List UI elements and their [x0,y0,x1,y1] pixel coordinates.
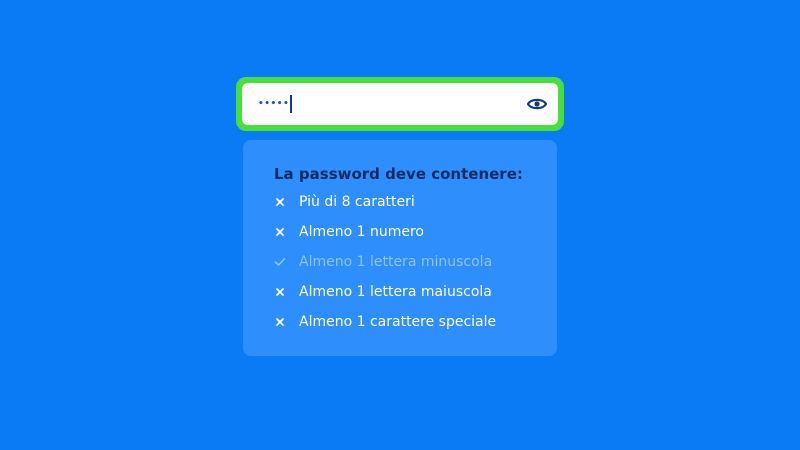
requirements-title: La password deve contenere: [274,165,523,183]
requirement-label: Almeno 1 carattere speciale [299,314,497,330]
password-masked-value: ••••• [258,98,290,109]
x-icon [274,317,286,327]
x-icon [274,287,286,297]
x-icon [274,197,286,207]
eye-icon [527,98,547,110]
requirement-label: Almeno 1 lettera maiuscola [299,284,492,300]
requirement-label: Almeno 1 numero [299,224,424,240]
text-caret [290,95,292,113]
requirement-item: Almeno 1 numero [274,217,557,247]
password-requirements-panel: La password deve contenere: Più di 8 car… [243,140,557,356]
requirement-item: Almeno 1 lettera maiuscola [274,277,557,307]
requirement-label: Più di 8 caratteri [299,194,415,210]
page-background: ••••• La password deve contenere: Più di… [0,0,800,450]
requirement-item: Almeno 1 lettera minuscola [274,247,557,277]
requirement-item: Più di 8 caratteri [274,190,557,214]
show-password-toggle[interactable] [526,93,548,115]
x-icon [274,227,286,237]
password-field-focus-ring: ••••• [236,77,564,131]
password-input[interactable]: ••••• [242,83,558,125]
requirement-label: Almeno 1 lettera minuscola [299,254,493,270]
check-icon [274,257,286,267]
requirement-item: Almeno 1 carattere speciale [274,307,557,337]
requirements-list: Più di 8 caratteri Almeno 1 numero Almen… [274,190,557,337]
